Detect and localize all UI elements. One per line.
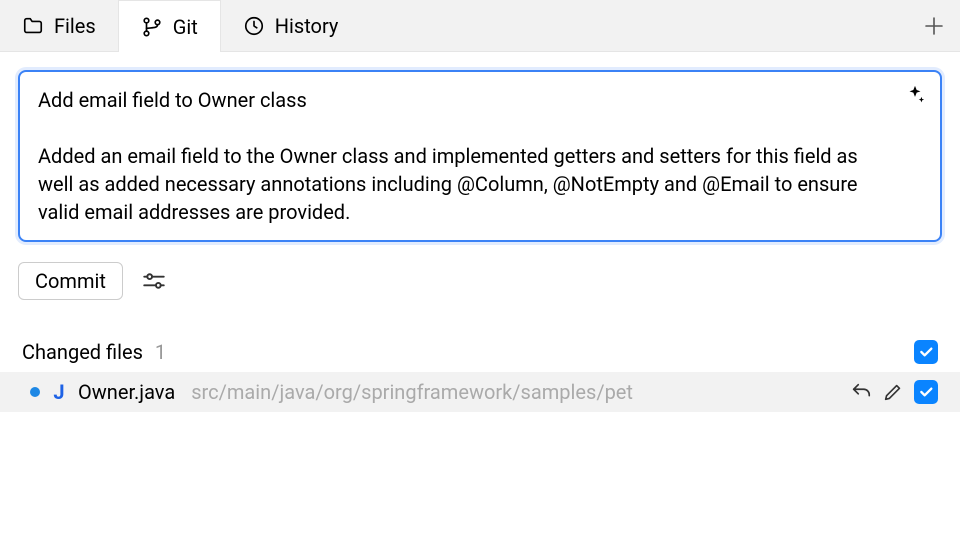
file-path: src/main/java/org/springframework/sample… [191, 380, 840, 404]
tab-history[interactable]: History [221, 0, 361, 51]
add-tab-button[interactable] [908, 0, 960, 51]
changed-file-row[interactable]: J Owner.java src/main/java/org/springfra… [0, 372, 960, 412]
file-name: Owner.java [78, 380, 175, 404]
commit-button[interactable]: Commit [18, 262, 123, 300]
commit-message-input[interactable]: Add email field to Owner class Added an … [38, 86, 922, 226]
tab-label: Files [54, 14, 96, 38]
tab-bar: Files Git History [0, 0, 960, 52]
modified-indicator-icon [30, 387, 40, 397]
select-all-checkbox[interactable] [914, 340, 938, 364]
ai-generate-button[interactable] [904, 84, 926, 111]
tab-label: History [275, 14, 339, 38]
branch-icon [141, 16, 163, 38]
changed-files-count: 1 [155, 340, 166, 364]
changed-files-title: Changed files [22, 340, 143, 364]
clock-icon [243, 15, 265, 37]
edit-button[interactable] [882, 381, 904, 403]
tab-label: Git [173, 15, 198, 39]
commit-message-wrapper: Add email field to Owner class Added an … [18, 70, 942, 242]
tab-files[interactable]: Files [0, 0, 118, 51]
revert-button[interactable] [850, 381, 872, 403]
folder-icon [22, 15, 44, 37]
java-file-icon: J [50, 380, 68, 404]
file-checkbox[interactable] [914, 380, 938, 404]
tab-git[interactable]: Git [118, 0, 221, 52]
commit-options-button[interactable] [141, 268, 167, 294]
changed-files-header: Changed files 1 [18, 340, 942, 372]
